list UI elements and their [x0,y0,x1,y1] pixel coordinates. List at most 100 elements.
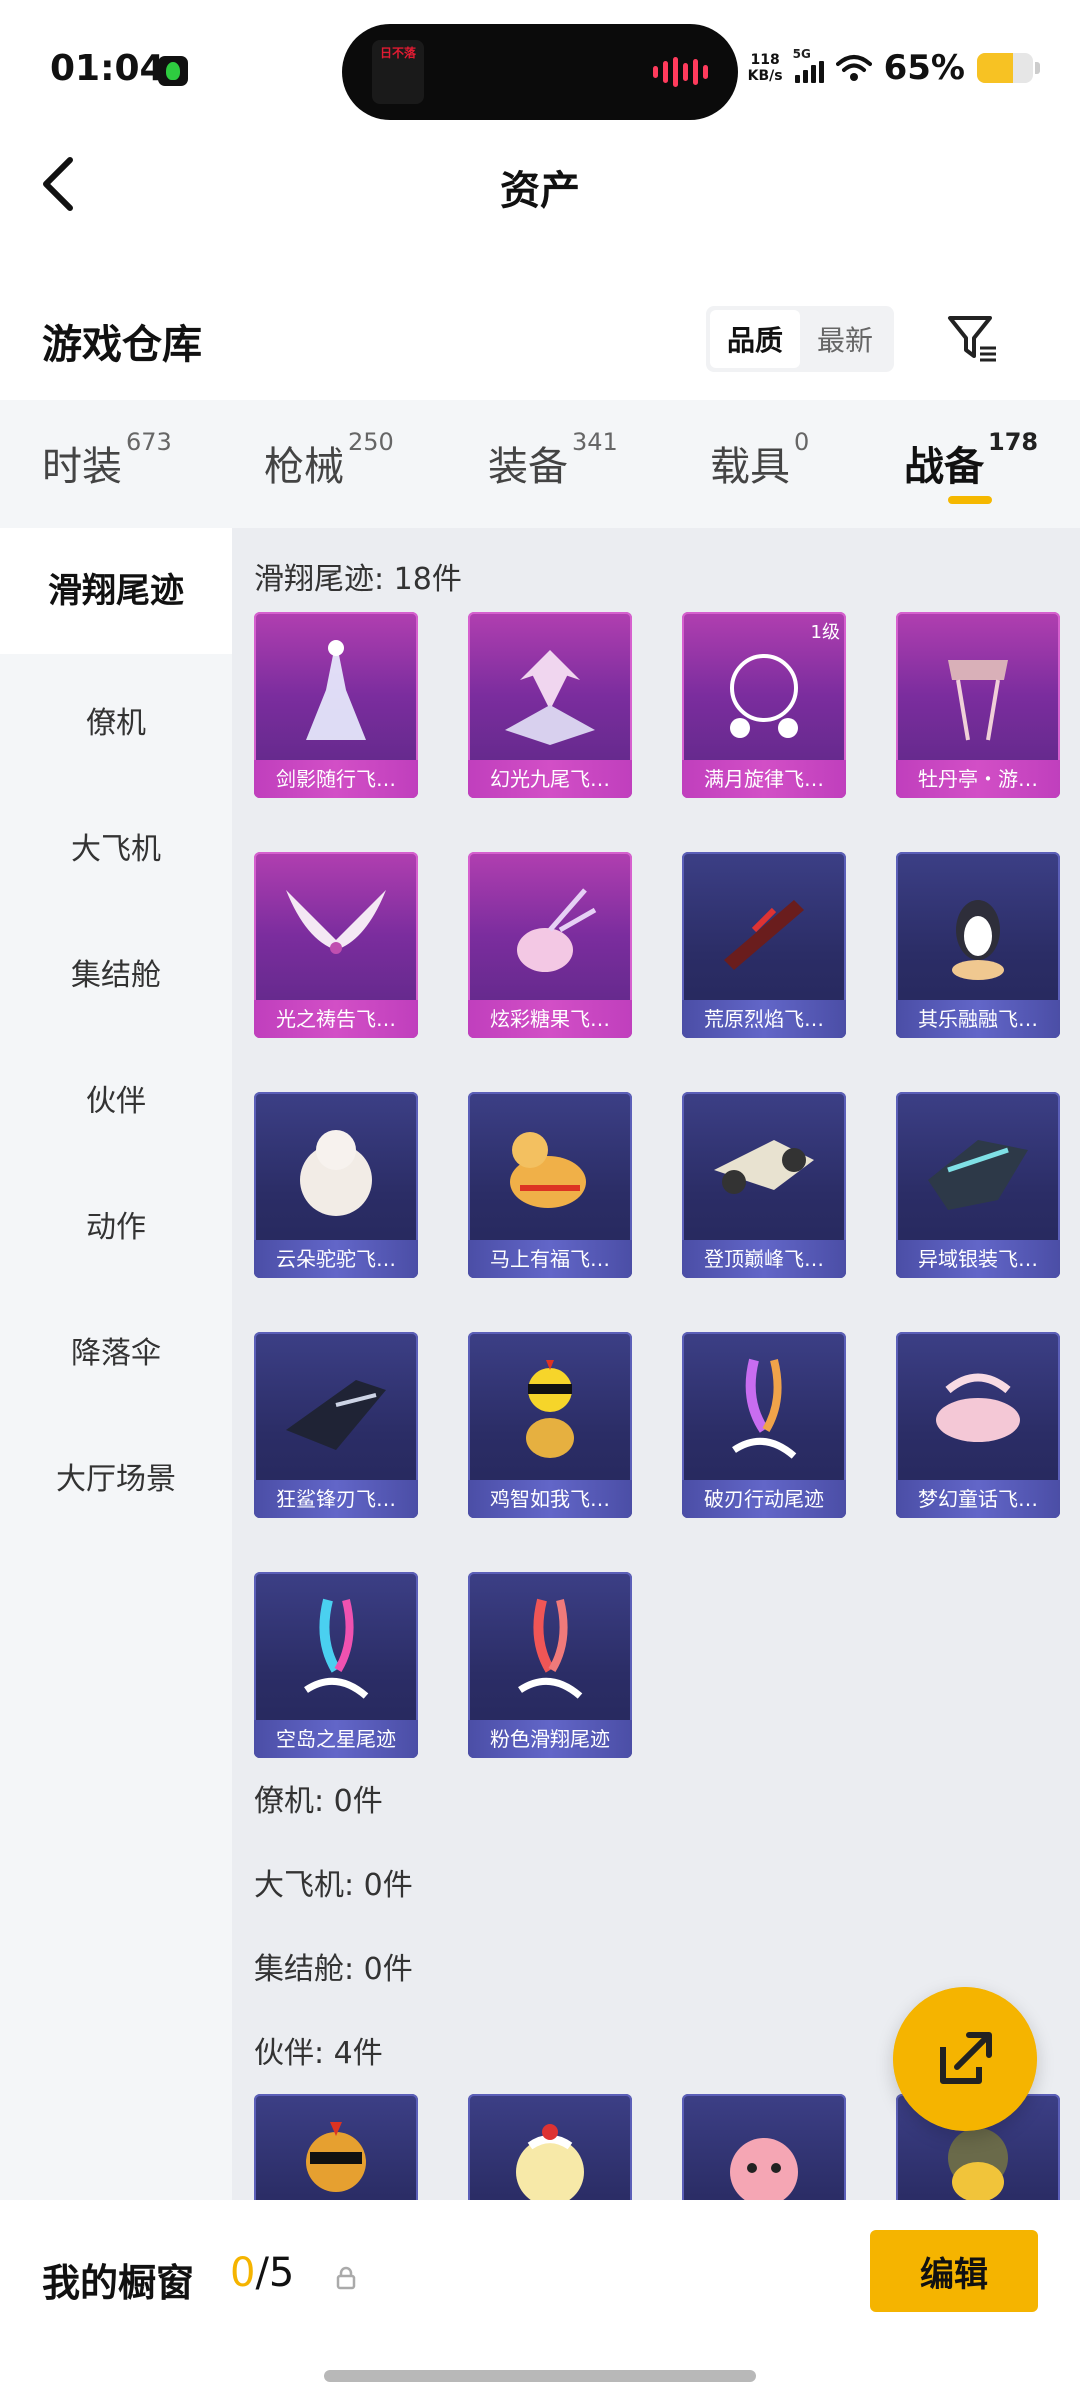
item-grid-panel[interactable]: 滑翔尾迹: 18件 僚机: 0件 大飞机: 0件 集结舱: 0件 伙伴: 4件 … [232,528,1080,2200]
item-name: 鸡智如我飞… [468,1480,632,1518]
audio-wave-icon [653,56,708,88]
tab-label: 时装 [42,444,122,490]
sidebar-item-parachute[interactable]: 降落伞 [0,1328,232,1372]
showcase-bar: 我的橱窗 0/5 编辑 [0,2200,1080,2400]
share-export-button[interactable] [893,1987,1037,2131]
status-bar: 01:04 日不落 118 KB/s 5G 65% [0,0,1080,130]
section-label-glide-trail: 滑翔尾迹: 18件 [254,562,462,597]
tab-combat-prep[interactable]: 战备178 [904,428,1038,492]
glide-trail-item-image [928,1140,1028,1210]
sidebar-item-partner[interactable]: 伙伴 [0,1076,232,1120]
glide-trail-card[interactable]: 狂鲨锋刃飞… [254,1332,418,1518]
glide-trail-card[interactable]: 幻光九尾飞… [468,612,632,798]
warehouse-title: 游戏仓库 [42,322,202,368]
signal-icon: 5G [793,47,824,83]
tab-firearms[interactable]: 枪械250 [264,428,394,492]
tab-vehicles[interactable]: 载具0 [710,428,809,492]
warehouse-header: 游戏仓库 品质 最新 [0,280,1080,400]
glide-trail-item-image [286,1380,386,1450]
tab-equipment[interactable]: 装备341 [488,428,618,492]
sidebar-item-glide-trail[interactable]: 滑翔尾迹 [0,528,232,654]
sub-category-sidebar: 滑翔尾迹 僚机 大飞机 集结舱 伙伴 动作 降落伞 大厅场景 [0,528,232,2200]
glide-trail-item-image [517,888,597,972]
battery-text: 65% [883,48,965,88]
glide-trail-item-image [518,1598,583,1699]
tab-label: 载具 [710,444,790,490]
item-name: 幻光九尾飞… [468,760,632,798]
item-name: 剑影随行飞… [254,760,418,798]
item-name: 荒原烈焰飞… [682,1000,846,1038]
tab-label: 枪械 [264,444,344,490]
partner-card[interactable] [682,2094,846,2200]
glide-trail-item-image [730,654,798,738]
glide-trail-item-image [714,1140,814,1194]
status-indicators: 118 KB/s 5G 65% [747,47,1040,88]
sidebar-item-big-plane[interactable]: 大飞机 [0,824,232,868]
glide-trail-card[interactable]: 荒原烈焰飞… [682,852,846,1038]
sidebar-item-emote[interactable]: 动作 [0,1202,232,1246]
glide-trail-card[interactable]: 异域银装飞… [896,1092,1060,1278]
battery-tip [1035,62,1040,74]
section-label-wingman: 僚机: 0件 [254,1784,383,1819]
sidebar-item-wingman[interactable]: 僚机 [0,698,232,742]
page-title: 资产 [500,168,580,214]
top-nav: 资产 [0,130,1080,240]
glide-trail-card[interactable]: 登顶巅峰飞… [682,1092,846,1278]
sort-toggle: 品质 最新 [706,306,894,372]
sort-quality-button[interactable]: 品质 [710,310,800,368]
glide-trail-card[interactable]: 炫彩糖果飞… [468,852,632,1038]
glide-trail-card[interactable]: 梦幻童话飞… [896,1332,1060,1518]
partner-item-image [306,2122,366,2192]
sidebar-item-capsule[interactable]: 集结舱 [0,950,232,994]
battery-icon [977,53,1033,83]
glide-trail-card[interactable]: 其乐融融飞… [896,852,1060,1038]
tab-count: 673 [126,428,172,456]
glide-trail-item-image [300,1130,372,1216]
item-name: 牡丹亭・游… [896,760,1060,798]
glide-trail-item-image [952,900,1004,980]
edit-button[interactable]: 编辑 [870,2230,1038,2312]
glide-trail-item-image [510,1132,586,1208]
section-label-big-plane: 大飞机: 0件 [254,1868,413,1903]
glide-trail-card[interactable]: 光之祷告飞… [254,852,418,1038]
glide-trail-item-image [936,1373,1020,1442]
glide-trail-card[interactable]: 粉色滑翔尾迹 [468,1572,632,1758]
glide-trail-card[interactable]: 破刃行动尾迹 [682,1332,846,1518]
glide-trail-card[interactable]: 云朵驼驼飞… [254,1092,418,1278]
sort-latest-button[interactable]: 最新 [800,310,890,368]
glide-trail-item-image [948,660,1008,741]
item-name: 登顶巅峰飞… [682,1240,846,1278]
partner-card[interactable] [468,2094,632,2200]
glide-trail-card[interactable]: 牡丹亭・游… [896,612,1060,798]
item-name: 光之祷告飞… [254,1000,418,1038]
network-type: 5G [792,47,811,61]
home-indicator [324,2370,756,2382]
showcase-current: 0 [230,2250,256,2296]
glide-trail-item-image [306,640,366,740]
item-name: 云朵驼驼飞… [254,1240,418,1278]
net-speed-unit: KB/s [747,68,783,84]
section-label-partner: 伙伴: 4件 [254,2036,383,2071]
item-name: 异域银装飞… [896,1240,1060,1278]
glide-trail-card[interactable]: 剑影随行飞… [254,612,418,798]
partner-card[interactable] [254,2094,418,2200]
dynamic-island[interactable]: 日不落 [342,24,738,120]
item-name: 其乐融融飞… [896,1000,1060,1038]
tab-label: 装备 [488,444,568,490]
item-name: 粉色滑翔尾迹 [468,1720,632,1758]
glide-trail-card[interactable]: 鸡智如我飞… [468,1332,632,1518]
glide-trail-item-image [526,1360,574,1458]
glide-trail-item-image [286,890,386,954]
glide-trail-card[interactable]: 马上有福飞… [468,1092,632,1278]
glide-trail-card[interactable]: 1级 满月旋律飞… [682,612,846,798]
partner-item-image [730,2138,798,2200]
tab-fashion[interactable]: 时装673 [42,428,172,492]
sidebar-item-lobby-scene[interactable]: 大厅场景 [0,1454,232,1498]
glide-trail-card[interactable]: 空岛之星尾迹 [254,1572,418,1758]
item-name: 破刃行动尾迹 [682,1480,846,1518]
tab-label: 战备 [904,444,984,490]
item-name: 梦幻童话飞… [896,1480,1060,1518]
item-name: 满月旋律飞… [682,760,846,798]
battery-fill [977,53,1014,83]
filter-icon[interactable] [944,310,1000,366]
